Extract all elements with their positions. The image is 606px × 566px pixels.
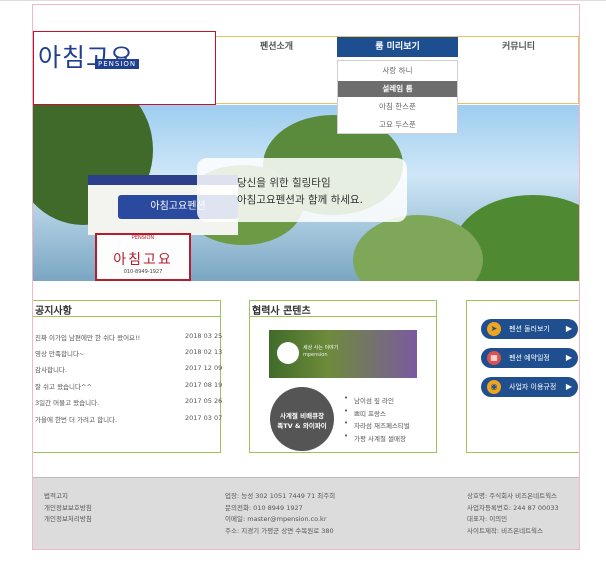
footer-contact: 업장: 능성 302 1051 7449 71 최주희 문의전화: 010 89… — [225, 490, 335, 536]
notice-row-title[interactable]: 가을에 한번 더 가려고 합니다. — [35, 414, 117, 424]
notice-row[interactable]: 잘 쉬고 왔습니다^^ 2017 08 19 — [35, 381, 223, 393]
notice-row-title[interactable]: 진짜 이가입 남편에만 한 쉬다 왔어요!! — [35, 332, 140, 342]
notice-title[interactable]: 공지사항 — [35, 302, 72, 317]
notice-row[interactable]: 3일간 머물고 왔습니다. 2017 05 26 — [35, 397, 223, 409]
nav-item-room-preview[interactable]: 룸 미리보기 — [337, 37, 458, 57]
notice-row-date: 2017 08 19 — [185, 381, 223, 389]
partner-list-item[interactable]: 남이섬 짚 라인 — [344, 394, 410, 408]
sign-phone-text: 010-8949-1927 — [123, 269, 163, 275]
sign-pension-text: PENSION — [131, 235, 155, 241]
footer-text: 사업자등록번호: 244 87 00033 — [467, 503, 559, 512]
dropdown-item[interactable]: 아침 한스푼 — [338, 99, 457, 115]
footer-text: 주소: 지경기 가평군 상면 수목원로 380 — [225, 526, 334, 535]
dropdown-item[interactable]: 사랑 하니 — [338, 63, 457, 79]
notice-row-date: 2017 05 26 — [185, 397, 223, 405]
notice-row[interactable]: 영상 만족합니다~ 2018 02 13 — [35, 348, 223, 360]
partner-banner-subtext: mpension — [303, 352, 328, 358]
info-icon: ◉ — [487, 380, 501, 394]
divider — [33, 316, 220, 317]
partner-list-item[interactable]: 쁘띠 프랑스 — [344, 407, 410, 421]
notice-row-date: 2017 03 07 — [185, 414, 223, 422]
hero-caption-card: 당신을 위한 힐링타임 아침고요펜션과 함께 하세요. — [197, 158, 407, 222]
hero-line-2: 아침고요펜션과 함께 하세요. — [237, 194, 363, 206]
footer-text: 이메일: master@mpension.co.kr — [225, 515, 327, 523]
quick-button-label: 사업자 이용규정 — [509, 383, 557, 391]
chevron-right-icon: ▶ — [565, 382, 572, 391]
notice-board: 공지사항 진짜 이가입 남편에만 한 쉬다 왔어요!! 2018 03 25 영상… — [33, 300, 223, 453]
footer-link[interactable]: 개인정보보호방침 — [44, 502, 92, 514]
footer-link[interactable]: 개인정보처리방침 — [44, 513, 92, 525]
notice-row-date: 2017 12 09 — [185, 364, 223, 372]
calendar-icon: ▦ — [487, 351, 501, 365]
room-dropdown-menu: 사랑 하니 설레임 룸 아침 한스푼 고요 두스푼 — [337, 60, 458, 134]
footer-company: 상호명: 주식회사 비즈온네트웍스 사업자등록번호: 244 87 00033 … — [467, 490, 559, 536]
sign-name-text: 아침고요 — [113, 252, 173, 268]
facility-circle: 사계절 비배큐장 족TV & 와이파이 — [270, 387, 334, 451]
divider — [250, 316, 436, 317]
dropdown-item-active[interactable]: 설레임 룸 — [338, 81, 457, 97]
partner-banner-text: 세상 사는 이야기 — [303, 345, 339, 351]
quick-links: ➤ 펜션 둘러보기 ▶ ▦ 펜션 예약일정 ▶ ◉ 사업자 이용규정 ▶ — [466, 300, 579, 453]
logo-pension-tag: PENSION — [95, 59, 140, 69]
notice-row[interactable]: 진짜 이가입 남편에만 한 쉬다 왔어요!! 2018 03 25 — [35, 332, 223, 344]
quick-button-label: 펜션 예약일정 — [509, 354, 550, 362]
site-logo[interactable]: 아침고요 PENSION — [33, 31, 216, 105]
top-divider — [0, 0, 606, 1]
dropdown-item[interactable]: 고요 두스푼 — [338, 117, 457, 133]
partner-list-item[interactable]: 자라섬 재즈페스티벌 — [344, 419, 410, 433]
pension-sign: PENSION 아침고요 010-8949-1927 — [95, 233, 191, 281]
partner-content: 협력사 콘텐츠 세상 사는 이야기 mpension 사계절 비배큐장 족TV … — [249, 300, 437, 453]
compass-icon: ➤ — [487, 322, 501, 336]
site-footer: 법적고지 개인정보보호방침 개인정보처리방침 업장: 능성 302 1051 7… — [33, 477, 579, 549]
notice-row-title[interactable]: 잘 쉬고 왔습니다^^ — [35, 381, 92, 391]
chevron-right-icon: ▶ — [565, 353, 572, 362]
notice-row-title[interactable]: 3일간 머물고 왔습니다. — [35, 397, 99, 407]
hero-line-1: 당신을 위한 힐링타임 — [237, 177, 331, 189]
notice-row[interactable]: 가을에 한번 더 가려고 합니다. 2017 03 07 — [35, 414, 223, 426]
partner-logo-icon — [277, 342, 299, 364]
quick-button-label: 펜션 둘러보기 — [509, 325, 550, 333]
partner-list-item[interactable]: 가평 사계절 썰매장 — [344, 432, 410, 446]
footer-text: 대표자: 이의민 — [467, 515, 508, 523]
quick-button-reservation[interactable]: ▦ 펜션 예약일정 ▶ — [481, 348, 578, 368]
partner-list: 남이섬 짚 라인 쁘띠 프랑스 자라섬 재즈페스티벌 가평 사계절 썰매장 — [344, 394, 410, 446]
footer-link[interactable]: 법적고지 — [44, 490, 92, 502]
circle-line-2: 족TV & 와이파이 — [277, 422, 327, 430]
nav-item-community[interactable]: 커뮤니티 — [458, 37, 579, 57]
quick-button-rules[interactable]: ◉ 사업자 이용규정 ▶ — [481, 377, 578, 397]
notice-row-title[interactable]: 감사합니다. — [35, 364, 67, 374]
footer-links: 법적고지 개인정보보호방침 개인정보처리방침 — [44, 490, 92, 525]
chevron-right-icon: ▶ — [565, 324, 572, 333]
footer-text: 사이트제작: 비즈온네트웍스 — [467, 526, 544, 535]
notice-row-title[interactable]: 영상 만족합니다~ — [35, 348, 84, 358]
partner-banner[interactable]: 세상 사는 이야기 mpension — [269, 330, 417, 378]
notice-row[interactable]: 감사합니다. 2017 12 09 — [35, 364, 223, 376]
footer-text: 상호명: 주식회사 비즈온네트웍스 — [467, 492, 558, 500]
footer-text: 문의전화: 010 8949 1927 — [225, 503, 303, 512]
circle-line-1: 사계절 비배큐장 — [279, 412, 325, 420]
footer-text: 업장: 능성 302 1051 7449 71 최주희 — [225, 492, 336, 500]
partner-title: 협력사 콘텐츠 — [252, 306, 311, 317]
notice-row-date: 2018 03 25 — [185, 332, 223, 340]
quick-button-tour[interactable]: ➤ 펜션 둘러보기 ▶ — [481, 319, 578, 339]
nav-item-pension-intro[interactable]: 펜션소개 — [216, 37, 337, 57]
notice-row-date: 2018 02 13 — [185, 348, 223, 356]
